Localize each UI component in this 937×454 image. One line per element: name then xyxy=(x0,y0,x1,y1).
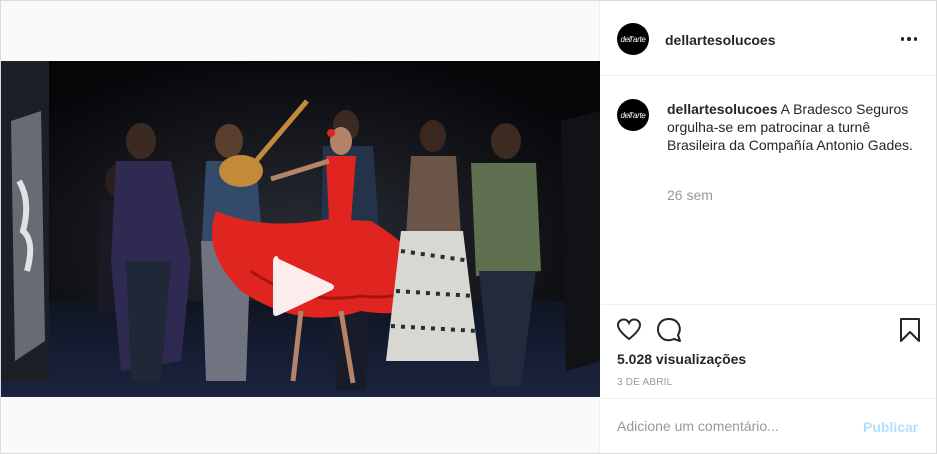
publish-button[interactable]: Publicar xyxy=(863,419,918,435)
caption-section: dell'arte dellartesolucoes A Bradesco Se… xyxy=(601,76,936,304)
instagram-post: dell'arte dellartesolucoes dell'arte del… xyxy=(0,0,937,454)
comment-input[interactable] xyxy=(617,415,857,437)
post-header: dell'arte dellartesolucoes xyxy=(601,1,936,76)
avatar[interactable]: dell'arte xyxy=(617,23,649,55)
bookmark-icon[interactable] xyxy=(897,317,923,343)
comment-icon[interactable] xyxy=(656,317,682,343)
comment-bar: Publicar xyxy=(601,398,936,453)
media-panel xyxy=(1,1,600,453)
play-icon[interactable] xyxy=(271,254,337,320)
header-username[interactable]: dellartesolucoes xyxy=(665,32,776,48)
caption: dellartesolucoes A Bradesco Seguros orgu… xyxy=(667,100,922,154)
video-player[interactable] xyxy=(1,61,600,397)
video-frame xyxy=(1,61,600,397)
caption-username[interactable]: dellartesolucoes xyxy=(667,101,778,117)
more-options-icon[interactable] xyxy=(897,29,921,49)
action-bar: 5.028 visualizações 3 DE ABRIL xyxy=(601,304,936,398)
heart-icon[interactable] xyxy=(616,317,642,343)
view-count[interactable]: 5.028 visualizações xyxy=(617,351,746,367)
time-ago: 26 sem xyxy=(667,187,713,203)
post-sidebar: dell'arte dellartesolucoes dell'arte del… xyxy=(601,1,936,453)
caption-avatar[interactable]: dell'arte xyxy=(617,99,649,131)
post-date: 3 DE ABRIL xyxy=(617,377,673,388)
